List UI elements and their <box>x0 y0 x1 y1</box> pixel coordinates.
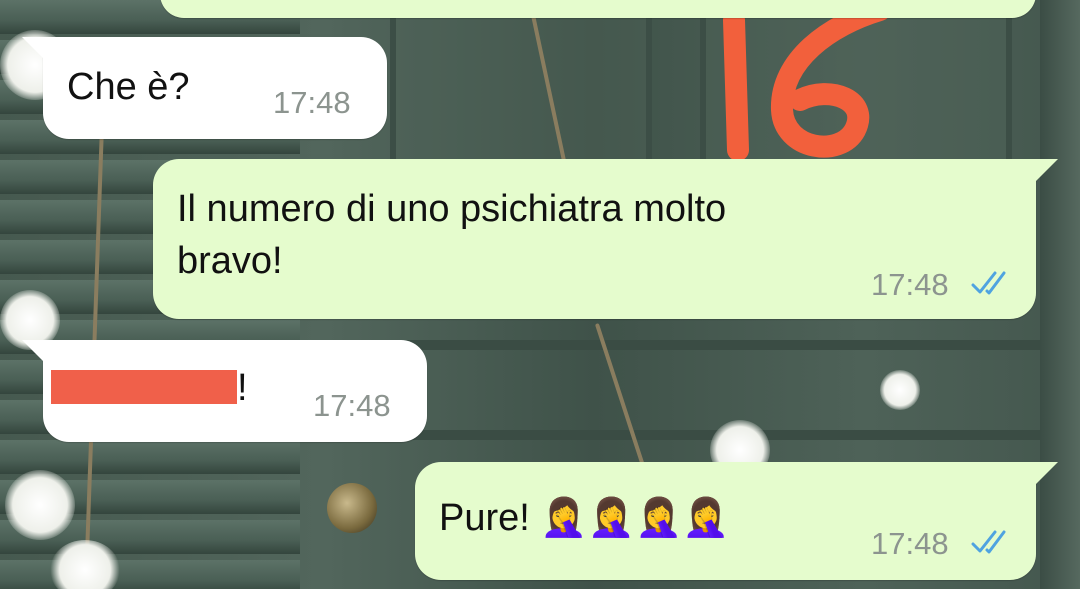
message-time: 17:48 <box>273 85 351 120</box>
message-bubble-outgoing[interactable]: Il numero di uno psichiatra molto bravo!… <box>153 159 1036 319</box>
handwritten-number-overlay <box>723 0 891 161</box>
read-receipt-icon <box>971 271 1006 295</box>
bubble-tail <box>22 37 46 61</box>
message-time: 17:48 <box>871 267 949 302</box>
bubble-tail <box>1034 462 1058 486</box>
door-knob <box>327 483 377 533</box>
read-receipt-icon <box>971 530 1006 554</box>
message-bubble-outgoing[interactable]: Pure! 🤦‍♀️🤦‍♀️🤦‍♀️🤦‍♀️ 17:48 <box>415 462 1036 580</box>
message-text: Che è? <box>67 66 190 108</box>
bubble-tail <box>1034 159 1058 183</box>
message-time: 17:48 <box>313 388 391 423</box>
redaction-mark <box>51 370 237 404</box>
message-bubble-incoming[interactable]: ! 17:48 <box>43 340 427 442</box>
message-bubble-incoming[interactable]: Che è? 17:48 <box>43 37 387 139</box>
message-bubble-outgoing-partial[interactable] <box>160 0 1036 18</box>
message-text: Pure! 🤦‍♀️🤦‍♀️🤦‍♀️🤦‍♀️ <box>439 497 730 539</box>
bubble-tail <box>22 340 46 364</box>
message-text: ! <box>237 367 248 409</box>
message-time: 17:48 <box>871 526 949 561</box>
message-text: Il numero di uno psichiatra molto bravo! <box>177 188 727 282</box>
